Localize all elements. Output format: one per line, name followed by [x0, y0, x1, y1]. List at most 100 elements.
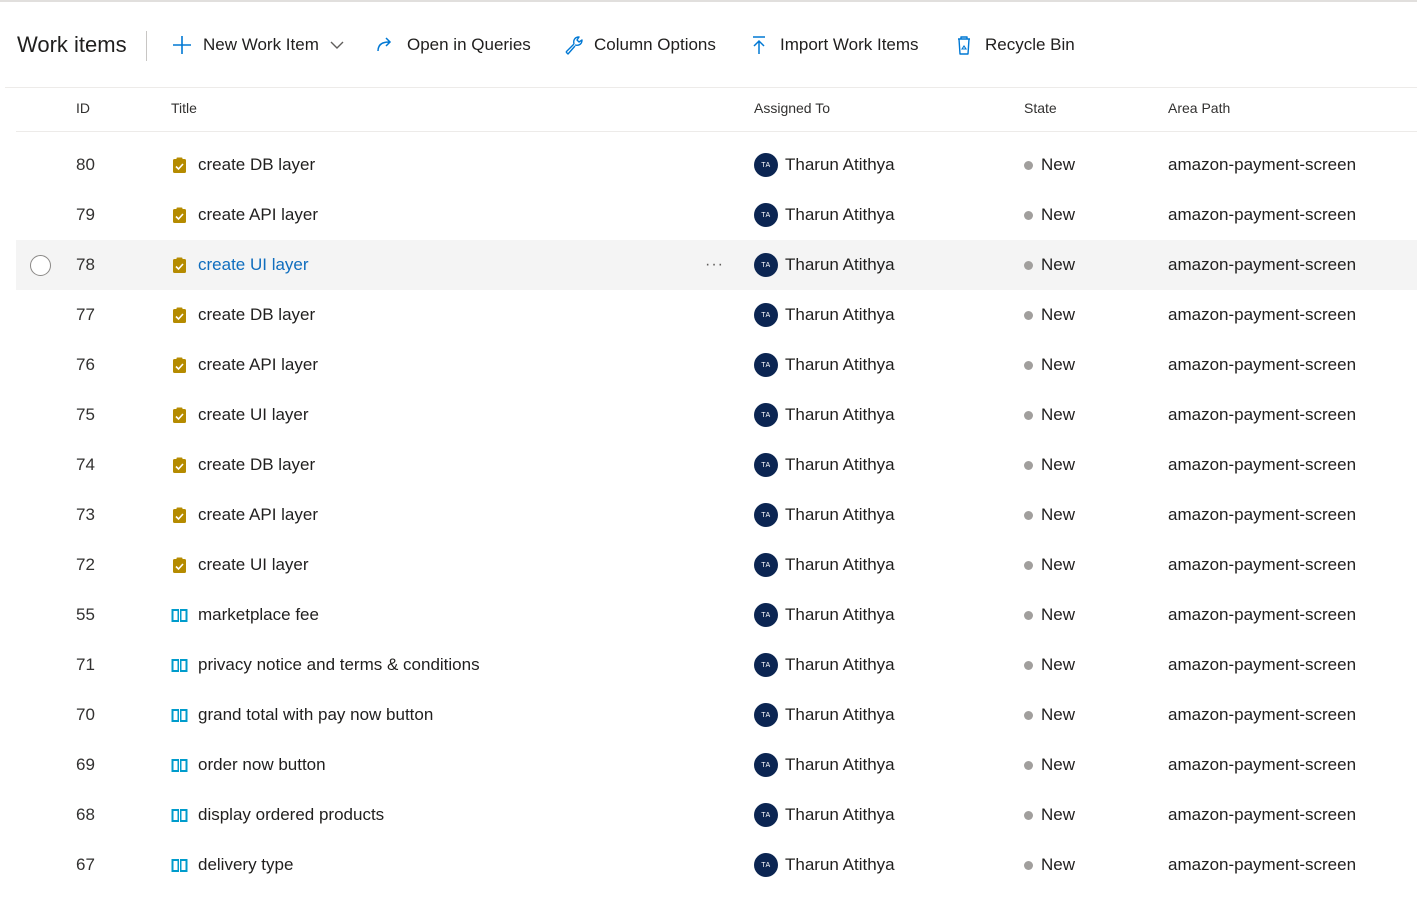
state-label: New	[1041, 355, 1076, 374]
table-row[interactable]: 78 create UI layer ··· TA Tharun Atithya New a…	[16, 240, 1417, 290]
row-title-link[interactable]: create UI layer	[198, 405, 309, 425]
row-title[interactable]: privacy notice and terms & conditions	[171, 640, 480, 690]
row-area-path: amazon-payment-screen	[1168, 455, 1357, 474]
chevron-down-icon[interactable]	[328, 36, 346, 54]
row-id: 67	[76, 855, 95, 874]
row-area-path: amazon-payment-screen	[1168, 155, 1357, 174]
row-state: New	[1024, 290, 1075, 340]
row-title-link[interactable]: delivery type	[198, 855, 293, 875]
row-title-link[interactable]: create UI layer	[198, 255, 309, 275]
row-title-link[interactable]: grand total with pay now button	[198, 705, 433, 725]
state-dot-icon	[1024, 310, 1033, 320]
table-row[interactable]: 71 privacy notice and terms & conditions T…	[16, 640, 1417, 690]
row-assigned-to: TA Tharun Atithya	[754, 540, 895, 590]
state-dot-icon	[1024, 660, 1033, 670]
column-header-state[interactable]: State	[1024, 100, 1057, 116]
assignee-name: Tharun Atithya	[785, 155, 895, 174]
state-label: New	[1041, 755, 1076, 774]
row-title-link[interactable]: create DB layer	[198, 155, 315, 175]
row-state: New	[1024, 390, 1075, 440]
row-title[interactable]: create UI layer	[171, 240, 309, 290]
state-label: New	[1041, 555, 1076, 574]
table-row[interactable]: 67 delivery type TA Tharun Atithya New amazon…	[16, 840, 1417, 890]
row-area-path: amazon-payment-screen	[1168, 305, 1357, 324]
more-actions-icon[interactable]: ···	[705, 240, 724, 290]
row-area-path: amazon-payment-screen	[1168, 655, 1357, 674]
row-title-link[interactable]: create UI layer	[198, 555, 309, 575]
row-title-link[interactable]: order now button	[198, 755, 326, 775]
table-row[interactable]: 76 create API layer TA Tharun Atithya New ama…	[16, 340, 1417, 390]
user-story-icon	[171, 757, 188, 774]
state-label: New	[1041, 155, 1076, 174]
row-state: New	[1024, 740, 1075, 790]
row-title[interactable]: create DB layer	[171, 440, 315, 490]
row-title-link[interactable]: create API layer	[198, 205, 318, 225]
table-row[interactable]: 80 create DB layer TA Tharun Atithya New amaz…	[16, 140, 1417, 190]
row-id: 74	[76, 455, 95, 474]
column-header-title[interactable]: Title	[171, 100, 197, 116]
column-header-area-path[interactable]: Area Path	[1168, 100, 1230, 116]
assignee-name: Tharun Atithya	[785, 705, 895, 724]
table-row[interactable]: 79 create API layer TA Tharun Atithya New ama…	[16, 190, 1417, 240]
row-title[interactable]: create DB layer	[171, 140, 315, 190]
recycle-bin-label: Recycle Bin	[985, 35, 1075, 54]
state-label: New	[1041, 805, 1076, 824]
row-state: New	[1024, 240, 1075, 290]
row-title-link[interactable]: create DB layer	[198, 305, 315, 325]
row-title-link[interactable]: create API layer	[198, 505, 318, 525]
table-row[interactable]: 77 create DB layer TA Tharun Atithya New amaz…	[16, 290, 1417, 340]
avatar: TA	[754, 303, 778, 327]
row-title[interactable]: create API layer	[171, 490, 318, 540]
table-row[interactable]: 73 create API layer TA Tharun Atithya New ama…	[16, 490, 1417, 540]
row-area-path: amazon-payment-screen	[1168, 555, 1357, 574]
row-title-link[interactable]: privacy notice and terms & conditions	[198, 655, 480, 675]
row-title-link[interactable]: create DB layer	[198, 455, 315, 475]
avatar: TA	[754, 653, 778, 677]
assignee-name: Tharun Atithya	[785, 205, 895, 224]
table-row[interactable]: 75 create UI layer TA Tharun Atithya New amaz…	[16, 390, 1417, 440]
state-dot-icon	[1024, 710, 1033, 720]
row-title[interactable]: delivery type	[171, 840, 293, 890]
state-dot-icon	[1024, 810, 1033, 820]
user-story-icon	[171, 707, 188, 724]
row-title[interactable]: create DB layer	[171, 290, 315, 340]
import-work-items-button[interactable]: Import Work Items	[748, 32, 919, 58]
table-row[interactable]: 69 order now button TA Tharun Atithya New ama…	[16, 740, 1417, 790]
row-id: 70	[76, 705, 95, 724]
select-circle-icon[interactable]	[30, 254, 51, 276]
new-work-item-button[interactable]: New Work Item	[171, 32, 346, 58]
row-title[interactable]: create API layer	[171, 340, 318, 390]
row-title-link[interactable]: marketplace fee	[198, 605, 319, 625]
row-select-checkbox[interactable]	[30, 240, 51, 290]
column-options-button[interactable]: Column Options	[562, 32, 716, 58]
row-title-link[interactable]: create API layer	[198, 355, 318, 375]
recycle-bin-button[interactable]: Recycle Bin	[953, 32, 1075, 58]
row-title[interactable]: marketplace fee	[171, 590, 319, 640]
row-title[interactable]: display ordered products	[171, 790, 384, 840]
row-title[interactable]: create API layer	[171, 190, 318, 240]
row-area-path: amazon-payment-screen	[1168, 855, 1357, 874]
row-title[interactable]: grand total with pay now button	[171, 690, 433, 740]
table-row[interactable]: 55 marketplace fee TA Tharun Atithya New amaz…	[16, 590, 1417, 640]
table-row[interactable]: 68 display ordered products TA Tharun Atith…	[16, 790, 1417, 840]
table-row[interactable]: 70 grand total with pay now button TA Tharu…	[16, 690, 1417, 740]
row-title[interactable]: create UI layer	[171, 390, 309, 440]
table-row[interactable]: 74 create DB layer TA Tharun Atithya New amaz…	[16, 440, 1417, 490]
state-label: New	[1041, 405, 1076, 424]
row-title-link[interactable]: display ordered products	[198, 805, 384, 825]
state-dot-icon	[1024, 410, 1033, 420]
row-assigned-to: TA Tharun Atithya	[754, 390, 895, 440]
column-header-id[interactable]: ID	[76, 100, 90, 116]
table-row[interactable]: 72 create UI layer TA Tharun Atithya New amaz…	[16, 540, 1417, 590]
avatar: TA	[754, 853, 778, 877]
assignee-name: Tharun Atithya	[785, 755, 895, 774]
row-title[interactable]: create UI layer	[171, 540, 309, 590]
open-in-queries-button[interactable]: Open in Queries	[375, 32, 531, 58]
row-area-path: amazon-payment-screen	[1168, 755, 1357, 774]
task-icon	[171, 357, 188, 374]
column-header-assigned-to[interactable]: Assigned To	[754, 100, 830, 116]
avatar: TA	[754, 403, 778, 427]
row-area-path: amazon-payment-screen	[1168, 805, 1357, 824]
row-title[interactable]: order now button	[171, 740, 326, 790]
row-state: New	[1024, 340, 1075, 390]
